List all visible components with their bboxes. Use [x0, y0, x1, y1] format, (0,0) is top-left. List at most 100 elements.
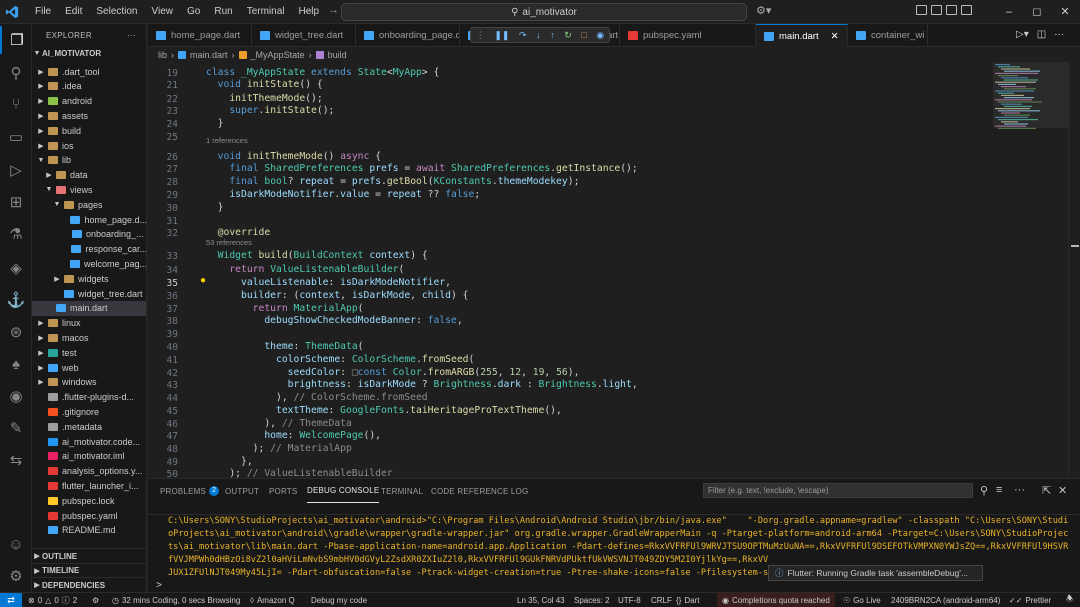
- code-lens-references[interactable]: 1 references: [206, 136, 248, 145]
- copilot-quota-status[interactable]: ◉ Completions quota reached: [717, 593, 835, 607]
- tab-container-wi[interactable]: container_wi: [848, 24, 928, 47]
- back-arrow-icon[interactable]: ←: [303, 4, 314, 16]
- code-line[interactable]: void initThemeMode() async {: [206, 151, 381, 162]
- devtools-icon[interactable]: ◉: [596, 30, 604, 41]
- step-out-icon[interactable]: ↑: [550, 30, 555, 40]
- accounts-icon[interactable]: ☺: [0, 530, 32, 558]
- code-line[interactable]: ); // ValueListenableBuilder: [206, 468, 392, 478]
- menu-item-run[interactable]: Run: [207, 0, 239, 24]
- flutter-icon[interactable]: ◈: [0, 254, 32, 282]
- menu-item-terminal[interactable]: Terminal: [240, 0, 292, 24]
- panel-tab-terminal[interactable]: TERMINAL: [381, 479, 423, 503]
- tab-home-page-dart[interactable]: home_page.dart: [148, 24, 252, 47]
- minimap[interactable]: [993, 62, 1068, 478]
- code-editor[interactable]: 19 21 22 23 24 25 26 27 28 29 30 31 32 33 34 35 36 37 38 39…: [148, 62, 1080, 478]
- tree-folder[interactable]: ▶ ios: [32, 138, 146, 153]
- tab-onboarding-page-dart[interactable]: onboarding_page.dart: [356, 24, 460, 47]
- live-share-icon[interactable]: ⇆: [0, 446, 32, 474]
- tree-folder[interactable]: ▶ linux: [32, 316, 146, 331]
- code-line[interactable]: }: [206, 202, 224, 213]
- tree-file[interactable]: ai_motivator.code...: [32, 434, 146, 449]
- remote-explorer-icon[interactable]: ▭: [0, 123, 32, 151]
- line-ending[interactable]: CRLF: [651, 593, 672, 607]
- code-line[interactable]: super.initState();: [206, 105, 334, 116]
- tree-file[interactable]: home_page.d...: [32, 212, 146, 227]
- menu-item-selection[interactable]: Selection: [89, 0, 144, 24]
- code-line[interactable]: class _MyAppState extends State<MyApp> {: [206, 67, 439, 78]
- console-filter-input[interactable]: Filter (e.g. text, !exclude, \escape): [703, 483, 973, 498]
- tree-folder[interactable]: ▶ .idea: [32, 79, 146, 94]
- extensions-icon[interactable]: ⊞: [0, 188, 32, 216]
- wakatime-status[interactable]: ◷ 32 mins Coding, 0 secs Browsing: [112, 593, 240, 607]
- code-line[interactable]: final SharedPreferences prefs = await Sh…: [206, 163, 637, 174]
- tree-folder[interactable]: ▼ lib: [32, 153, 146, 168]
- indentation[interactable]: Spaces: 2: [574, 593, 610, 607]
- toggle-panel-icon[interactable]: [946, 5, 957, 15]
- menu-item-view[interactable]: View: [145, 0, 181, 24]
- go-live-status[interactable]: ☉ Go Live: [843, 593, 881, 607]
- section-outline[interactable]: ▶ OUTLINE: [32, 548, 146, 563]
- breadcrumb-item[interactable]: _MyAppState: [251, 50, 305, 60]
- panel-tab-output[interactable]: OUTPUT: [225, 479, 259, 503]
- remote-indicator[interactable]: ⇄: [0, 593, 22, 607]
- search-icon[interactable]: ⚲: [0, 59, 32, 87]
- breadcrumb-item[interactable]: lib: [158, 50, 167, 60]
- github-icon[interactable]: ◉: [0, 382, 32, 410]
- tree-file[interactable]: onboarding_...: [32, 227, 146, 242]
- explorer-icon[interactable]: ❐: [0, 26, 32, 54]
- step-into-icon[interactable]: ↓: [536, 30, 541, 40]
- code-line[interactable]: isDarkModeNotifier.value = repeat ?? fal…: [206, 189, 480, 200]
- code-line[interactable]: return ValueListenableBuilder(: [206, 264, 404, 275]
- tree-folder[interactable]: ▶ android: [32, 94, 146, 109]
- clear-console-icon[interactable]: ≡: [996, 484, 1002, 496]
- settings-icon[interactable]: ⚙: [0, 562, 32, 590]
- ports-status[interactable]: ⚙: [92, 593, 99, 607]
- code-line[interactable]: colorScheme: ColorScheme.fromSeed(: [206, 354, 474, 365]
- edit-icon[interactable]: ✎: [0, 414, 32, 442]
- minimap-viewport[interactable]: [993, 62, 1068, 128]
- menu-item-edit[interactable]: Edit: [58, 0, 89, 24]
- testing-icon[interactable]: ⚗: [0, 220, 32, 248]
- code-line[interactable]: theme: ThemeData(: [206, 341, 363, 352]
- tree-file[interactable]: analysis_options.y...: [32, 464, 146, 479]
- tree-file[interactable]: ai_motivator.iml: [32, 449, 146, 464]
- code-line[interactable]: return MaterialApp(: [206, 303, 364, 314]
- tree-file[interactable]: response_car...: [32, 242, 146, 257]
- code-lens-references[interactable]: 53 references: [206, 238, 252, 247]
- code-line[interactable]: final bool? repeat = prefs.getBool(KCons…: [206, 176, 579, 187]
- flutter-device-status[interactable]: 2409BRN2CA (android-arm64): [891, 593, 1000, 607]
- docker-icon[interactable]: ⚓: [0, 286, 32, 314]
- toggle-secondary-sidebar-icon[interactable]: [961, 5, 972, 15]
- section-timeline[interactable]: ▶ TIMELINE: [32, 562, 146, 578]
- tree-folder[interactable]: ▼ pages: [32, 197, 146, 212]
- code-line[interactable]: ); // MaterialApp: [206, 443, 352, 454]
- language-mode[interactable]: {} Dart: [676, 593, 699, 607]
- tree-folder[interactable]: ▶ data: [32, 168, 146, 183]
- code-line[interactable]: Widget build(BuildContext context) {: [206, 250, 428, 261]
- vertical-scrollbar[interactable]: [1068, 62, 1080, 478]
- panel-tab-code-reference-log[interactable]: CODE REFERENCE LOG: [431, 479, 528, 503]
- prettier-status[interactable]: ✓✓ Prettier: [1009, 593, 1051, 607]
- more-actions-icon[interactable]: ···: [127, 31, 136, 40]
- code-line[interactable]: }: [206, 118, 224, 129]
- mongodb-icon[interactable]: ♠: [0, 350, 32, 378]
- tree-folder[interactable]: ▶ assets: [32, 108, 146, 123]
- close-tab-icon[interactable]: ✕: [831, 31, 839, 42]
- tree-file[interactable]: welcome_pag...: [32, 256, 146, 271]
- step-over-icon[interactable]: ↷: [519, 30, 527, 41]
- command-center-search[interactable]: ⚲ ai_motivator: [341, 3, 747, 21]
- tree-folder[interactable]: ▶ web: [32, 360, 146, 375]
- menu-item-file[interactable]: File: [28, 0, 58, 24]
- tree-file[interactable]: pubspec.yaml: [32, 508, 146, 523]
- code-line[interactable]: initThemeMode();: [206, 93, 322, 104]
- tab-main-dart[interactable]: main.dart ✕: [756, 24, 848, 47]
- workspace-root[interactable]: ▼ AI_MOTIVATOR: [32, 46, 146, 61]
- restart-icon[interactable]: ↻: [564, 30, 572, 41]
- encoding[interactable]: UTF-8: [618, 593, 641, 607]
- amazon-q-status[interactable]: ◊ Amazon Q: [250, 593, 295, 607]
- source-control-icon[interactable]: ⑂: [0, 90, 32, 118]
- code-line[interactable]: brightness: isDarkMode ? Brightness.dark…: [206, 379, 638, 390]
- tree-file[interactable]: main.dart: [32, 300, 146, 316]
- tree-folder[interactable]: ▶ widgets: [32, 271, 146, 286]
- breadcrumb-item[interactable]: build: [328, 50, 347, 60]
